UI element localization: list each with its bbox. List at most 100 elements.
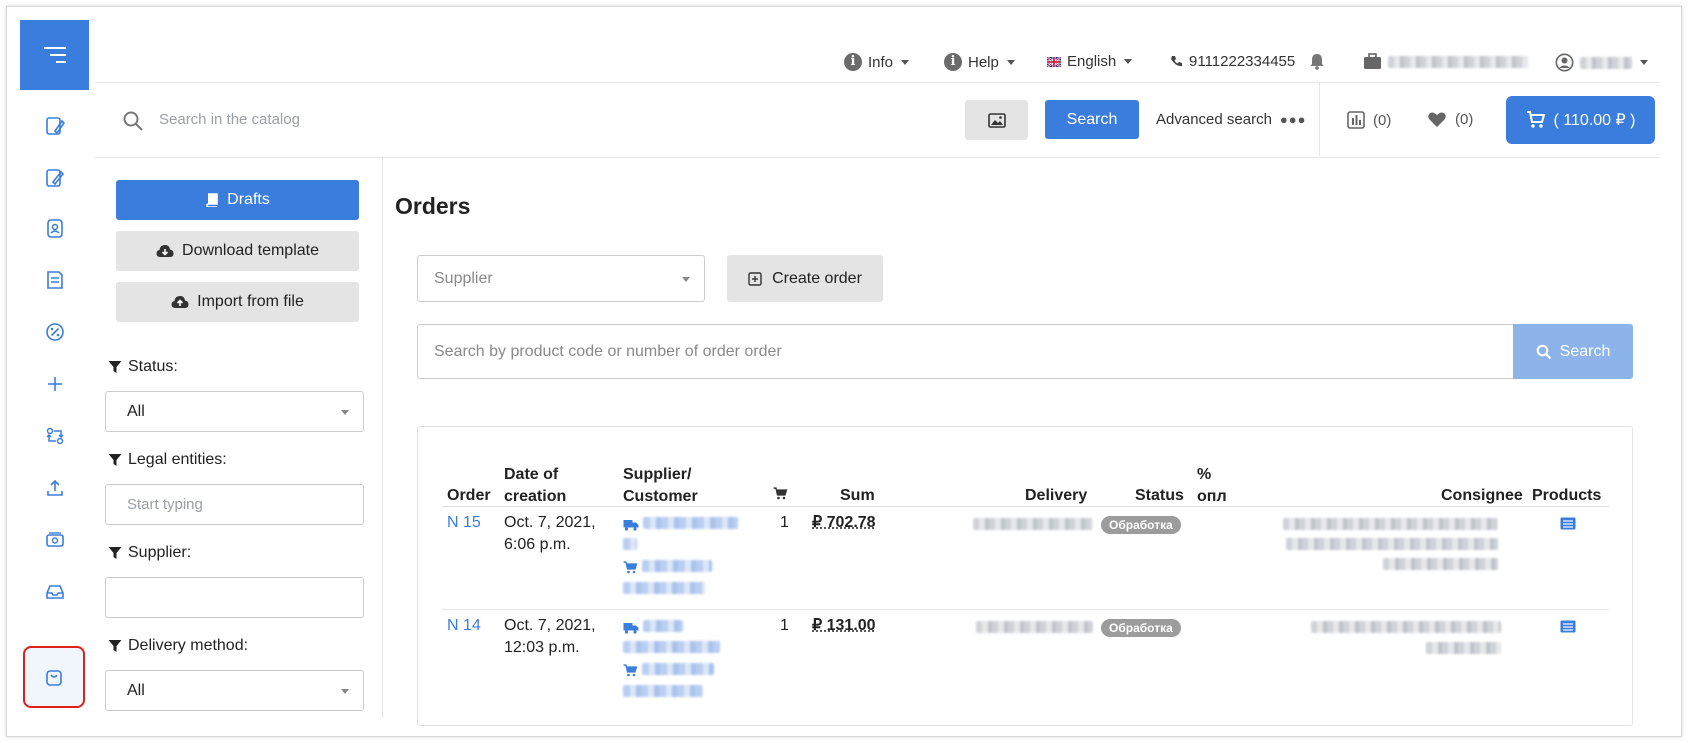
consignee-cell	[1283, 515, 1498, 537]
rail-item-documents[interactable]	[20, 260, 89, 300]
col-header-paid-1[interactable]: %	[1197, 464, 1211, 486]
favorites-button[interactable]: (0)	[1427, 111, 1473, 128]
user-menu[interactable]	[1555, 53, 1648, 72]
col-header-order[interactable]: Order	[447, 485, 491, 507]
phone-icon	[1171, 56, 1182, 67]
rail-item-discounts[interactable]	[20, 312, 89, 352]
exchange-icon	[45, 427, 64, 445]
products-button[interactable]	[1560, 515, 1576, 537]
order-number[interactable]: N 15	[447, 514, 481, 531]
col-header-products[interactable]: Products	[1532, 485, 1601, 507]
order-search-button[interactable]: Search	[1513, 324, 1633, 379]
filter-icon	[108, 454, 122, 466]
image-search-button[interactable]	[965, 100, 1028, 140]
supplier-cell	[623, 514, 739, 536]
rail-item-payments[interactable]	[20, 520, 89, 560]
order-date-2: 6:06 p.m.	[504, 536, 571, 553]
compare-chart-icon	[1347, 111, 1365, 129]
legal-entities-filter-label: Legal entities:	[108, 451, 227, 469]
company-switcher[interactable]	[1363, 53, 1528, 70]
supplier-name-redacted[interactable]	[643, 517, 739, 529]
col-header-paid-2[interactable]: опл	[1197, 486, 1227, 508]
rail-item-orders[interactable]	[23, 646, 85, 708]
col-header-date-1[interactable]: Date of	[504, 464, 558, 486]
col-header-status[interactable]: Status	[1135, 485, 1184, 507]
status-label-text: Status:	[128, 358, 178, 375]
filter-icon	[108, 547, 122, 559]
order-link[interactable]: N 14	[447, 615, 481, 637]
supplier-filter-input[interactable]	[105, 577, 364, 618]
col-header-supplier-2[interactable]: Customer	[623, 486, 698, 508]
info-menu[interactable]: i Info	[844, 53, 910, 71]
col-header-sum[interactable]: Sum	[840, 485, 875, 507]
cart-icon	[773, 487, 788, 500]
col-header-qty[interactable]	[773, 485, 788, 507]
customer-cell	[623, 557, 713, 579]
rail-item-exchange[interactable]	[20, 416, 89, 456]
supplier-name-redacted[interactable]	[623, 641, 720, 653]
percent-icon	[45, 323, 64, 341]
delivery-method-select[interactable]: All	[105, 670, 364, 711]
rail-item-catalog[interactable]	[20, 106, 89, 146]
bell-icon	[1310, 54, 1324, 70]
rail-item-inbox[interactable]	[20, 572, 89, 612]
rail-item-catalog-2[interactable]	[20, 158, 89, 198]
customer-name-redacted[interactable]	[642, 560, 713, 572]
rail-item-contacts[interactable]	[20, 208, 89, 248]
uk-flag-icon	[1047, 56, 1061, 67]
rail-item-upload[interactable]	[20, 468, 89, 508]
order-number[interactable]: N 14	[447, 617, 481, 634]
rail-item-add[interactable]	[20, 364, 89, 404]
col-header-consignee[interactable]: Consignee	[1441, 485, 1523, 507]
page-title: Orders	[395, 193, 471, 219]
cart-button[interactable]: ( 110.00 ₽ )	[1506, 96, 1655, 144]
catalog-search-button[interactable]: Search	[1045, 100, 1139, 139]
col-header-supplier-1[interactable]: Supplier/	[623, 464, 691, 486]
id-badge-icon	[46, 219, 63, 238]
cloud-upload-icon	[171, 296, 189, 308]
compare-count: (0)	[1373, 111, 1392, 129]
supplier-select[interactable]: Supplier	[417, 255, 705, 302]
plus-square-icon	[748, 271, 762, 286]
image-icon	[987, 112, 1006, 128]
compare-button[interactable]: (0)	[1347, 111, 1391, 129]
status-filter-label: Status:	[108, 358, 178, 376]
col-header-delivery[interactable]: Delivery	[1025, 485, 1087, 507]
download-template-button[interactable]: Download template	[116, 231, 359, 271]
create-order-button[interactable]: Create order	[727, 255, 883, 302]
order-search-input[interactable]: Search by product code or number of orde…	[417, 324, 1514, 379]
truck-icon	[623, 519, 639, 531]
book-edit-icon	[45, 117, 65, 135]
catalog-search-input[interactable]: Search in the catalog	[159, 111, 300, 128]
import-from-file-button[interactable]: Import from file	[116, 282, 359, 322]
customer-name-redacted[interactable]	[623, 582, 705, 594]
legal-entities-input[interactable]: Start typing	[105, 484, 364, 525]
language-menu[interactable]: English	[1047, 53, 1133, 70]
order-sum[interactable]: ₽ 702.78	[812, 512, 876, 534]
status-select[interactable]: All	[105, 391, 364, 432]
list-icon	[1560, 517, 1576, 530]
customer-name-redacted[interactable]	[623, 685, 703, 697]
chevron-down-icon	[682, 277, 690, 282]
row-divider	[442, 609, 1609, 610]
help-label: Help	[968, 53, 999, 71]
drafts-button[interactable]: Drafts	[116, 180, 359, 220]
order-link[interactable]: N 15	[447, 512, 481, 534]
products-button[interactable]	[1560, 618, 1576, 640]
menu-toggle-button[interactable]	[20, 20, 89, 90]
chevron-down-icon	[1006, 59, 1015, 65]
notifications-button[interactable]	[1310, 53, 1324, 70]
delivery-redacted	[976, 621, 1093, 633]
order-sum[interactable]: ₽ 131.00	[812, 615, 876, 637]
supplier-name-redacted[interactable]	[623, 538, 637, 550]
supplier-name-redacted[interactable]	[643, 620, 684, 632]
help-menu[interactable]: i Help	[944, 53, 1015, 71]
upload-icon	[46, 479, 63, 496]
customer-name-redacted[interactable]	[642, 663, 715, 675]
consignee-cell-line-3	[1383, 555, 1498, 577]
import-from-file-label: Import from file	[197, 293, 304, 310]
more-dots-icon: ●●●	[1279, 112, 1307, 127]
col-header-date-2[interactable]: creation	[504, 486, 566, 508]
delivery-method-filter-label: Delivery method:	[108, 637, 248, 655]
advanced-search-link[interactable]: Advanced search ●●●	[1156, 111, 1306, 128]
